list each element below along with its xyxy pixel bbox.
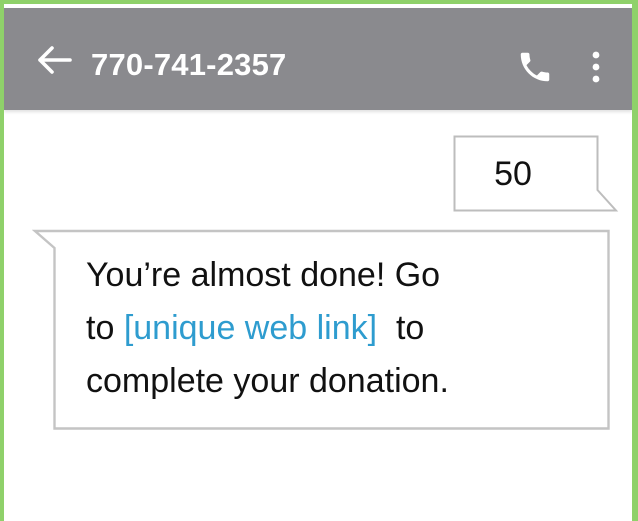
incoming-message-text: You’re almost done! Go to [unique web li… bbox=[86, 249, 591, 408]
incoming-message-line: complete your donation. bbox=[86, 362, 449, 400]
arrow-left-icon bbox=[38, 46, 72, 74]
phone-icon bbox=[520, 52, 550, 82]
call-button[interactable] bbox=[516, 48, 554, 86]
back-button[interactable] bbox=[34, 44, 74, 76]
more-options-button[interactable] bbox=[587, 48, 605, 86]
incoming-message-fragment: to bbox=[86, 309, 124, 347]
conversation-header: 770-741-2357 bbox=[4, 8, 632, 110]
donation-web-link[interactable]: [unique web link] bbox=[124, 309, 377, 347]
incoming-message-line: You’re almost done! Go bbox=[86, 256, 441, 294]
contact-number: 770-741-2357 bbox=[91, 47, 287, 82]
incoming-message-fragment: to bbox=[377, 309, 425, 347]
outgoing-message-text: 50 bbox=[494, 155, 532, 193]
incoming-message-line: to [unique web link] to bbox=[86, 302, 591, 355]
phone-screen: 770-741-2357 50 You’re almost done! Go t… bbox=[4, 4, 632, 521]
more-vert-icon bbox=[592, 51, 600, 83]
